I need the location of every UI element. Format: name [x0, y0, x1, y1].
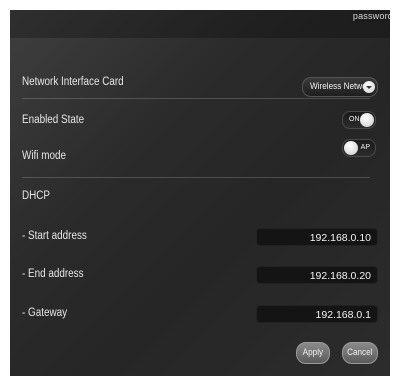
network-settings-panel: Network Interface Card Wireless Network … — [10, 10, 390, 376]
apply-button[interactable]: Apply — [296, 342, 330, 364]
enabled-state-toggle-text: ON — [349, 116, 360, 123]
enabled-state-label: Enabled State — [22, 114, 85, 126]
gateway-label: - Gateway — [22, 307, 68, 319]
toggle-knob — [360, 113, 374, 127]
nic-label: Network Interface Card — [22, 76, 124, 88]
cancel-button-label: Cancel — [347, 347, 373, 358]
end-address-label: - End address — [22, 268, 84, 280]
start-address-label: - Start address — [22, 230, 87, 242]
divider — [22, 177, 370, 178]
wifi-mode-toggle-text: AP — [360, 144, 370, 151]
nic-select[interactable]: Wireless Network — [302, 77, 378, 97]
wifi-mode-label: Wifi mode — [22, 150, 66, 162]
gateway-input[interactable]: 192.168.0.1 — [256, 305, 378, 323]
start-address-input[interactable]: 192.168.0.10 — [256, 228, 378, 246]
toggle-knob — [344, 141, 358, 155]
password-link[interactable]: password — [349, 10, 390, 22]
enabled-state-toggle[interactable]: ON — [342, 111, 376, 129]
divider — [22, 98, 370, 99]
wifi-mode-toggle[interactable]: AP — [342, 139, 376, 157]
chevron-down-icon — [363, 81, 375, 93]
dhcp-heading: DHCP — [22, 190, 51, 202]
cancel-button[interactable]: Cancel — [342, 342, 378, 364]
end-address-input[interactable]: 192.168.0.20 — [256, 266, 378, 284]
apply-button-label: Apply — [302, 347, 324, 358]
top-bar — [10, 10, 390, 38]
